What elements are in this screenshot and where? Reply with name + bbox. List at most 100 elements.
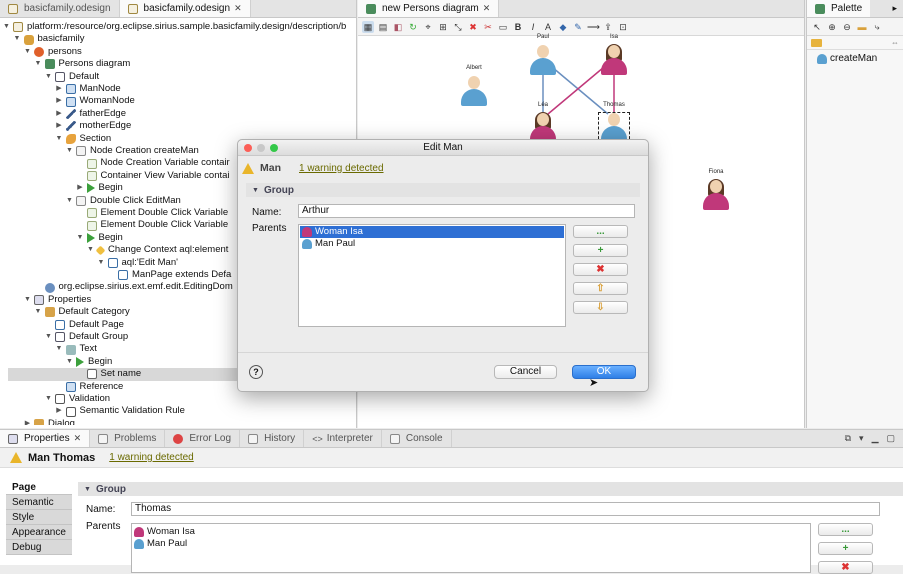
note-icon[interactable]: ▬	[856, 21, 868, 33]
expanded-twisty-icon[interactable]: ▼	[65, 145, 74, 157]
tree-item[interactable]: ▼ Properties	[23, 294, 91, 306]
tree-item[interactable]: ManPage extends Defa	[107, 269, 231, 281]
tree-item[interactable]: ▼ Default Group	[44, 331, 128, 343]
side-tab-debug[interactable]: Debug	[6, 540, 72, 555]
list-item[interactable]: Man Paul	[300, 238, 564, 250]
palette-item-createman[interactable]: createMan	[807, 50, 903, 67]
person-fiona[interactable]: Fiona	[701, 169, 731, 210]
palette-section[interactable]: ⇔	[807, 36, 903, 50]
parents-list[interactable]: Woman Isa Man Paul	[131, 523, 811, 573]
side-tab-semantic[interactable]: Semantic	[6, 495, 72, 510]
close-tab-icon[interactable]: ✕	[234, 3, 242, 14]
tree-item[interactable]: ▼ Default Category	[34, 306, 130, 318]
tree-item[interactable]: ▶ ManNode	[55, 83, 121, 95]
view-menu-icon[interactable]: ▾	[859, 433, 864, 444]
tab-error-log[interactable]: Error Log	[165, 430, 241, 447]
tab-problems[interactable]: Problems	[90, 430, 166, 447]
collapsed-twisty-icon[interactable]: ▶	[55, 405, 64, 417]
collapsed-twisty-icon[interactable]: ▶	[55, 83, 64, 95]
tab-properties[interactable]: Properties ✕	[0, 430, 91, 447]
remove-parent-button[interactable]: ✖	[573, 263, 628, 276]
tree-item[interactable]: Element Double Click Variable	[76, 207, 228, 219]
list-item[interactable]: Woman Isa	[132, 526, 810, 538]
tree-item[interactable]: ▼ basicfamily	[13, 33, 85, 45]
tree-item[interactable]: ▼ aql:'Edit Man'	[97, 257, 178, 269]
tree-item[interactable]: ▶ fatherEdge	[55, 108, 126, 120]
warning-link[interactable]: 1 warning detected	[109, 452, 194, 463]
expanded-twisty-icon[interactable]: ▼	[65, 356, 74, 368]
dialog-group-header[interactable]: ▼ Group	[246, 183, 640, 197]
open-in-new-icon[interactable]: ⧉	[845, 433, 851, 444]
tree-item[interactable]: ▼ Section	[55, 133, 111, 145]
warning-link[interactable]: 1 warning detected	[299, 163, 384, 174]
note-attach-icon[interactable]: ⤷	[871, 21, 883, 33]
list-item[interactable]: Man Paul	[132, 538, 810, 550]
tree-item[interactable]: ▼ Text	[55, 343, 97, 355]
close-tab-icon[interactable]: ✕	[74, 433, 82, 444]
expanded-twisty-icon[interactable]: ▼	[13, 33, 22, 45]
browse-parents-button[interactable]: ...	[818, 523, 873, 536]
collapsed-twisty-icon[interactable]: ▶	[23, 418, 32, 425]
side-tab-appearance[interactable]: Appearance	[6, 525, 72, 540]
expanded-twisty-icon[interactable]: ▼	[97, 257, 106, 269]
collapsed-twisty-icon[interactable]: ▶	[76, 182, 85, 194]
collapse-section-icon[interactable]: ⇔	[891, 38, 899, 47]
remove-parent-button[interactable]: ✖	[818, 561, 873, 574]
expanded-twisty-icon[interactable]: ▼	[55, 343, 64, 355]
expanded-twisty-icon[interactable]: ▼	[44, 393, 53, 405]
move-down-button[interactable]: ⇩	[573, 301, 628, 314]
person-paul[interactable]: Paul	[528, 34, 558, 75]
tree-item[interactable]: ▼ Double Click EditMan	[65, 195, 181, 207]
tree-item[interactable]: ▼ Default	[44, 71, 99, 83]
ok-button[interactable]: OK	[572, 365, 636, 379]
expanded-twisty-icon[interactable]: ▼	[2, 21, 11, 33]
tree-item[interactable]: ▼ Begin	[65, 356, 112, 368]
tree-item[interactable]: org.eclipse.sirius.ext.emf.edit.EditingD…	[34, 281, 233, 293]
help-icon[interactable]: ?	[249, 365, 263, 379]
tree-item[interactable]: ▼ platform:/resource/org.eclipse.sirius.s…	[2, 21, 346, 33]
tree-item[interactable]: Reference	[55, 381, 123, 393]
tree-item[interactable]: ▼ Persons diagram	[34, 58, 130, 70]
name-input[interactable]: Arthur	[298, 204, 635, 218]
tree-item[interactable]: ▼ Change Context aql:element	[86, 244, 228, 256]
expanded-twisty-icon[interactable]: ▼	[44, 331, 53, 343]
tab-odesign-1[interactable]: basicfamily.odesign	[0, 0, 120, 17]
tree-item[interactable]: Default Page	[44, 319, 124, 331]
expanded-twisty-icon[interactable]: ▼	[23, 294, 32, 306]
zoom-out-icon[interactable]: ⊖	[841, 21, 853, 33]
minimize-window-icon[interactable]	[257, 144, 265, 152]
expanded-twisty-icon[interactable]: ▼	[23, 46, 32, 58]
minimize-icon[interactable]: ▁	[872, 433, 879, 444]
tree-item[interactable]: ▼ Validation	[44, 393, 110, 405]
person-albert[interactable]: Albert	[459, 65, 489, 106]
name-input[interactable]: Thomas	[131, 502, 880, 516]
add-parent-button[interactable]: +	[573, 244, 628, 257]
expanded-twisty-icon[interactable]: ▼	[65, 195, 74, 207]
tree-item[interactable]: ▼ Begin	[76, 232, 123, 244]
cancel-button[interactable]: Cancel	[494, 365, 557, 379]
tree-item[interactable]: ▶ WomanNode	[55, 95, 135, 107]
tab-odesign-2[interactable]: basicfamily.odesign ✕	[119, 0, 251, 17]
zoom-window-icon[interactable]	[270, 144, 278, 152]
expanded-twisty-icon[interactable]: ▼	[86, 244, 95, 256]
expanded-twisty-icon[interactable]: ▼	[76, 232, 85, 244]
collapsed-twisty-icon[interactable]: ▶	[55, 95, 64, 107]
expanded-twisty-icon[interactable]: ▼	[55, 133, 64, 145]
tree-item[interactable]: Container View Variable contai	[76, 170, 230, 182]
maximize-icon[interactable]: ▢	[886, 433, 895, 444]
tree-item[interactable]: ▼ Node Creation createMan	[65, 145, 199, 157]
side-tab-style[interactable]: Style	[6, 510, 72, 525]
person-isa[interactable]: Isa	[599, 34, 629, 75]
list-item[interactable]: Woman Isa	[300, 226, 564, 238]
properties-group-header[interactable]: ▼ Group	[78, 482, 903, 496]
browse-parents-button[interactable]: ...	[573, 225, 628, 238]
side-tab-page[interactable]: Page	[6, 480, 72, 495]
expanded-twisty-icon[interactable]: ▼	[34, 306, 43, 318]
tree-item[interactable]: ▶ motherEdge	[55, 120, 131, 132]
expanded-twisty-icon[interactable]: ▼	[44, 71, 53, 83]
select-icon[interactable]: ↖	[811, 21, 823, 33]
tree-item[interactable]: ▶ Dialog	[23, 418, 75, 425]
collapsed-twisty-icon[interactable]: ▶	[55, 108, 64, 120]
zoom-in-icon[interactable]: ⊕	[826, 21, 838, 33]
tab-console[interactable]: Console	[382, 430, 452, 447]
